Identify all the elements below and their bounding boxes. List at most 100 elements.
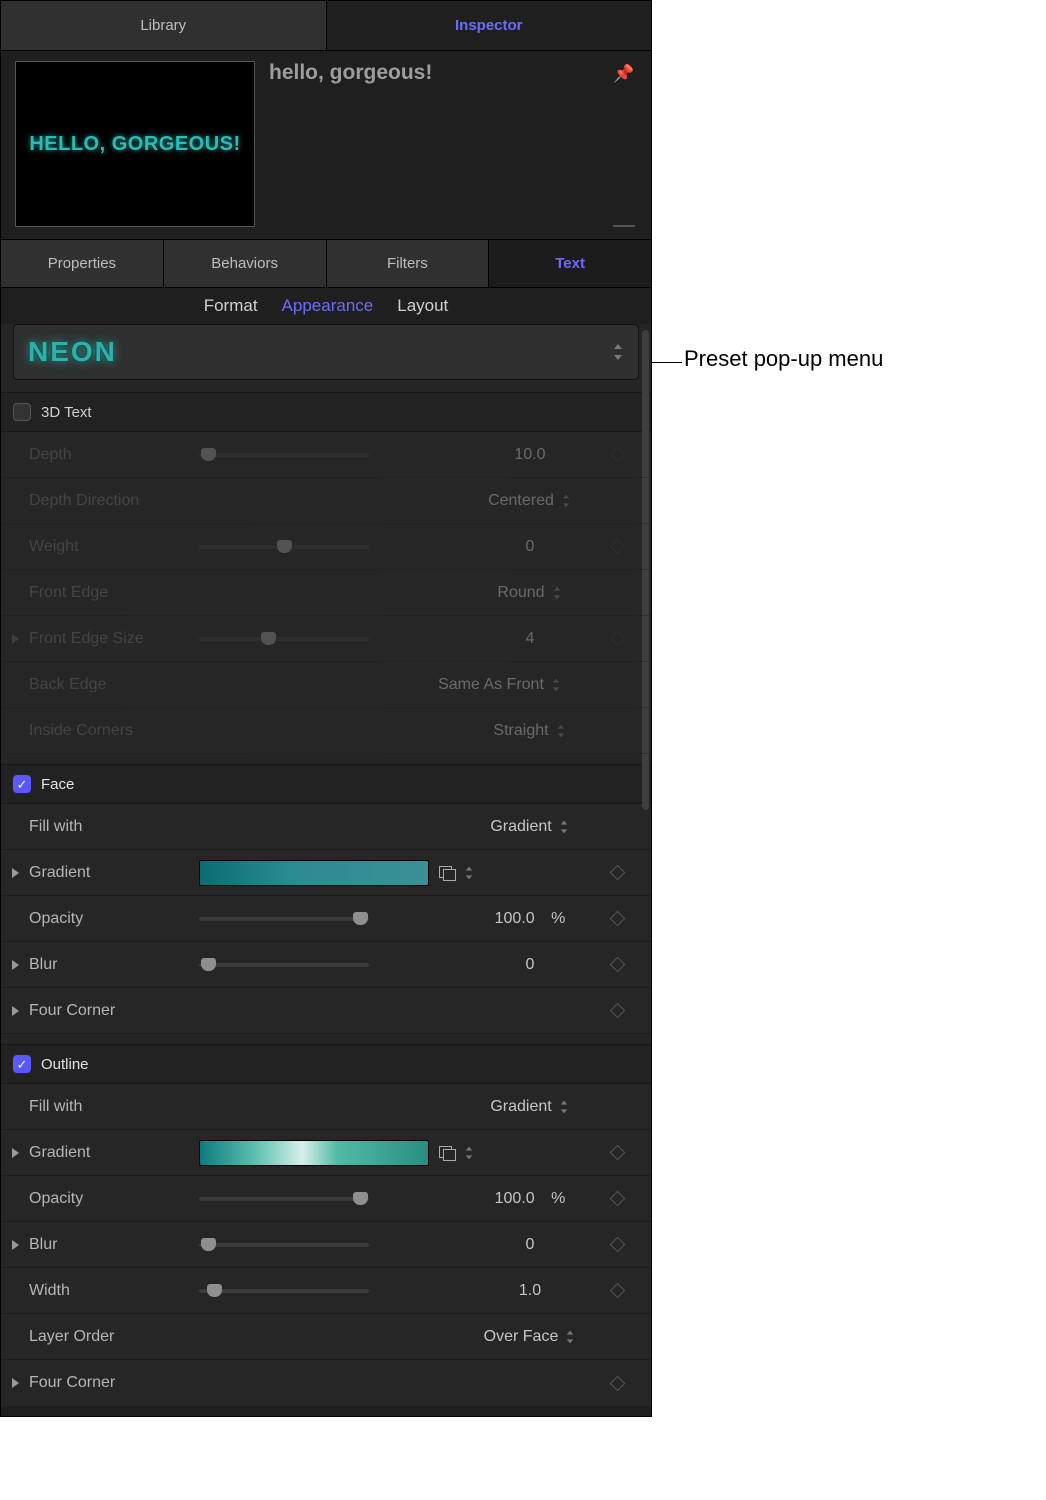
disclosure-face-blur[interactable]	[12, 960, 19, 970]
preset-label: NEON	[28, 336, 117, 368]
chevron-up-down-icon	[559, 820, 569, 833]
label-face-fourcorner: Four Corner	[29, 1002, 199, 1020]
label-outline-layerorder: Layer Order	[29, 1328, 199, 1346]
tab-filters[interactable]: Filters	[327, 240, 490, 287]
row-depth: Depth 10.0	[1, 432, 651, 478]
row-outline-fillwith: Fill with Gradient	[1, 1084, 651, 1130]
scroll-area: NEON 3D Text Depth 10.0 Depth Direction …	[1, 324, 651, 1406]
disclosure-outline-blur[interactable]	[12, 1240, 19, 1250]
slider-outline-width[interactable]	[199, 1289, 369, 1293]
checkbox-outline[interactable]: ✓	[13, 1055, 31, 1073]
label-outline-width: Width	[29, 1282, 199, 1300]
label-face-gradient: Gradient	[29, 864, 199, 882]
value-outline-opacity[interactable]: 100.0 %	[465, 1190, 595, 1208]
value-depth[interactable]: 10.0	[465, 446, 595, 464]
tab-inspector[interactable]: Inspector	[327, 1, 652, 50]
label-face-fillwith: Fill with	[29, 818, 199, 836]
value-face-opacity[interactable]: 100.0 %	[465, 910, 595, 928]
keyframe-outline-fourcorner[interactable]	[609, 1375, 625, 1391]
slider-face-blur[interactable]	[199, 963, 369, 967]
keyframe-face-fourcorner[interactable]	[609, 1003, 625, 1019]
inspector-panel: Library Inspector HELLO, GORGEOUS! hello…	[0, 0, 652, 1417]
select-outline-layerorder[interactable]: Over Face	[465, 1328, 595, 1346]
row-outline-gradient: Gradient	[1, 1130, 651, 1176]
label-depth: Depth	[29, 446, 199, 464]
disclosure-front-edge-size[interactable]	[12, 634, 19, 644]
checkbox-face[interactable]: ✓	[13, 775, 31, 793]
label-outline-opacity: Opacity	[29, 1190, 199, 1208]
value-face-blur[interactable]: 0	[465, 956, 595, 974]
slider-outline-opacity[interactable]	[199, 1197, 369, 1201]
select-front-edge[interactable]: Round	[465, 584, 595, 602]
tab-properties[interactable]: Properties	[1, 240, 164, 287]
disclosure-outline-gradient[interactable]	[12, 1148, 19, 1158]
group-title-face: Face	[41, 776, 74, 793]
slider-outline-blur[interactable]	[199, 1243, 369, 1247]
gradient-preset-icon[interactable]	[439, 1146, 455, 1160]
tab-library[interactable]: Library	[1, 1, 327, 50]
top-tabs: Library Inspector	[1, 1, 651, 51]
value-weight[interactable]: 0	[465, 538, 595, 556]
pin-icon[interactable]: 📌	[613, 65, 634, 227]
keyframe-outline-blur[interactable]	[609, 1237, 625, 1253]
slider-front-edge-size[interactable]	[199, 637, 369, 641]
subtab-layout[interactable]: Layout	[397, 296, 448, 316]
chevron-up-down-icon[interactable]	[464, 866, 474, 879]
row-face-fourcorner: Four Corner	[1, 988, 651, 1034]
keyframe-front-edge-size[interactable]	[609, 631, 625, 647]
group-title-3d-text: 3D Text	[41, 404, 92, 421]
chevron-up-down-icon	[559, 1100, 569, 1113]
keyframe-outline-gradient[interactable]	[609, 1145, 625, 1161]
row-front-edge: Front Edge Round	[1, 570, 651, 616]
subtab-format[interactable]: Format	[204, 296, 258, 316]
callout-line	[652, 362, 682, 363]
keyframe-face-gradient[interactable]	[609, 865, 625, 881]
section-tabs: Properties Behaviors Filters Text	[1, 239, 651, 288]
keyframe-face-blur[interactable]	[609, 957, 625, 973]
gradient-preset-icon[interactable]	[439, 866, 455, 880]
keyframe-depth[interactable]	[609, 447, 625, 463]
row-outline-layerorder: Layer Order Over Face	[1, 1314, 651, 1360]
gradient-swatch-face[interactable]	[199, 860, 429, 886]
disclosure-face-fourcorner[interactable]	[12, 1006, 19, 1016]
chevron-up-down-icon[interactable]	[464, 1146, 474, 1159]
keyframe-outline-width[interactable]	[609, 1283, 625, 1299]
select-back-edge[interactable]: Same As Front	[405, 676, 595, 694]
row-outline-width: Width 1.0	[1, 1268, 651, 1314]
value-outline-width[interactable]: 1.0	[465, 1282, 595, 1300]
select-outline-fillwith[interactable]: Gradient	[465, 1098, 595, 1116]
select-inside-corners[interactable]: Straight	[465, 722, 595, 740]
slider-depth[interactable]	[199, 453, 369, 457]
label-outline-fillwith: Fill with	[29, 1098, 199, 1116]
value-front-edge-size[interactable]: 4	[465, 630, 595, 648]
row-outline-blur: Blur 0	[1, 1222, 651, 1268]
gradient-swatch-outline[interactable]	[199, 1140, 429, 1166]
layer-title: hello, gorgeous!	[255, 61, 609, 227]
label-front-edge: Front Edge	[29, 584, 199, 602]
slider-face-opacity[interactable]	[199, 917, 369, 921]
label-outline-blur: Blur	[29, 1236, 199, 1254]
label-outline-gradient: Gradient	[29, 1144, 199, 1162]
keyframe-weight[interactable]	[609, 539, 625, 555]
group-3d-text: 3D Text Depth 10.0 Depth Direction Cente…	[1, 392, 651, 754]
group-face: ✓ Face Fill with Gradient Gradient	[1, 764, 651, 1034]
disclosure-outline-fourcorner[interactable]	[12, 1378, 19, 1388]
checkbox-3d-text[interactable]	[13, 403, 31, 421]
keyframe-outline-opacity[interactable]	[609, 1191, 625, 1207]
disclosure-face-gradient[interactable]	[12, 868, 19, 878]
preset-popup[interactable]: NEON	[13, 324, 639, 380]
select-depth-direction[interactable]: Centered	[465, 492, 595, 510]
chevron-up-down-icon	[561, 494, 571, 507]
slider-weight[interactable]	[199, 545, 369, 549]
label-face-blur: Blur	[29, 956, 199, 974]
keyframe-face-opacity[interactable]	[609, 911, 625, 927]
chevron-up-down-icon	[551, 678, 561, 691]
value-outline-blur[interactable]: 0	[465, 1236, 595, 1254]
row-face-fillwith: Fill with Gradient	[1, 804, 651, 850]
label-back-edge: Back Edge	[29, 676, 199, 694]
tab-behaviors[interactable]: Behaviors	[164, 240, 327, 287]
subtab-appearance[interactable]: Appearance	[282, 296, 374, 316]
row-face-gradient: Gradient	[1, 850, 651, 896]
tab-text[interactable]: Text	[489, 240, 651, 287]
select-face-fillwith[interactable]: Gradient	[465, 818, 595, 836]
